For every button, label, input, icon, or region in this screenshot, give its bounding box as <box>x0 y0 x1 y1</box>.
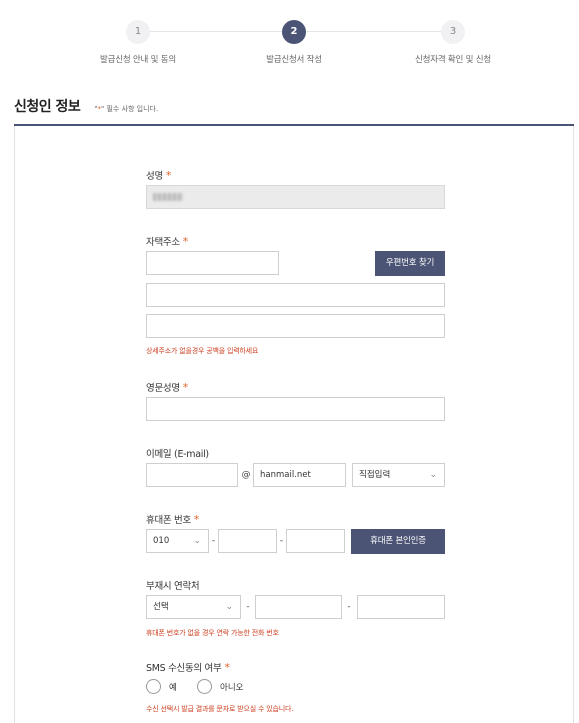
email-domain-input[interactable]: hanmail.net <box>253 463 346 487</box>
email-at-sign: @ <box>241 470 251 480</box>
email-domain-select-value: 직접입력 <box>359 470 391 480</box>
english-name-label: 영문성명 * <box>146 380 188 394</box>
alt-contact-label: 부재시 연락처 <box>146 581 200 592</box>
alt-contact-dash: - <box>246 602 250 612</box>
step-3: 3 신청자격 확인 및 신청 <box>373 20 533 65</box>
mobile-last-input[interactable] <box>286 529 345 553</box>
mobile-verify-button[interactable]: 휴대폰 본인인증 <box>351 529 445 554</box>
step-label: 신청자격 확인 및 신청 <box>414 55 492 65</box>
required-mark: * <box>182 381 189 394</box>
required-mark: * <box>224 661 230 674</box>
name-label: 성명 * <box>146 168 171 182</box>
zipcode-search-button[interactable]: 우편번호 찾기 <box>375 251 445 276</box>
sms-yes-label: 예 <box>169 682 177 693</box>
mobile-dash: - <box>279 536 284 546</box>
name-field <box>146 185 445 209</box>
chevron-down-icon: ⌄ <box>225 602 233 612</box>
radio-circle[interactable] <box>146 679 161 694</box>
sms-help-text: 수신 선택시 발급 결과를 문자로 받으실 수 있습니다. <box>146 705 294 713</box>
progress-stepper: 1 발급신청 안내 및 동의 2 발급신청서 작성 3 신청자격 확인 및 신청 <box>0 20 579 70</box>
required-note-text: " 필수 사항 입니다. <box>101 105 159 113</box>
chevron-down-icon: ⌄ <box>193 536 201 546</box>
alt-contact-dash: - <box>347 602 351 612</box>
applicant-form-panel <box>14 126 574 723</box>
address-label: 자택주소 * <box>146 234 188 248</box>
step-1: 1 발급신청 안내 및 동의 <box>58 20 218 65</box>
redacted-name <box>153 193 183 201</box>
email-label: 이메일 (E-mail) <box>146 449 209 460</box>
step-2: 2 발급신청서 작성 <box>214 20 374 65</box>
step-label: 발급신청 안내 및 동의 <box>99 55 177 65</box>
mobile-dash: - <box>211 536 216 546</box>
zipcode-input[interactable] <box>146 251 279 275</box>
required-mark: * <box>165 169 172 182</box>
step-number: 2 <box>282 20 306 44</box>
name-label-text: 성명 <box>146 171 163 182</box>
sms-consent-yes-radio[interactable]: 예 <box>146 679 177 694</box>
required-mark: * <box>193 513 200 526</box>
english-name-label-text: 영문성명 <box>146 383 180 394</box>
sms-no-label: 아니오 <box>220 682 244 693</box>
mobile-label: 휴대폰 번호 * <box>146 512 199 526</box>
english-name-input[interactable] <box>146 397 445 421</box>
sms-consent-label-text: SMS 수신동의 여부 <box>146 663 222 674</box>
alt-contact-prefix-select[interactable]: 선택 ⌄ <box>146 595 241 619</box>
section-header: 신청인 정보 "*" 필수 사항 입니다. <box>14 96 158 116</box>
mobile-prefix-value: 010 <box>153 536 170 546</box>
section-title: 신청인 정보 <box>14 99 81 115</box>
required-note: "*" 필수 사항 입니다. <box>94 104 158 114</box>
address-line2-input[interactable] <box>146 314 445 338</box>
step-number: 3 <box>441 20 465 44</box>
radio-circle[interactable] <box>197 679 212 694</box>
email-id-input[interactable] <box>146 463 238 487</box>
address-line1-input[interactable] <box>146 283 445 307</box>
mobile-label-text: 휴대폰 번호 <box>146 515 191 526</box>
sms-consent-label: SMS 수신동의 여부 * <box>146 660 230 674</box>
address-label-text: 자택주소 <box>146 237 180 248</box>
alt-contact-select-value: 선택 <box>153 602 169 612</box>
address-help-text: 상세주소가 없을경우 공백을 입력하세요 <box>146 347 259 355</box>
step-number: 1 <box>126 20 150 44</box>
step-label: 발급신청서 작성 <box>266 55 322 65</box>
sms-consent-no-radio[interactable]: 아니오 <box>197 679 243 694</box>
mobile-prefix-select[interactable]: 010 ⌄ <box>146 529 209 553</box>
mobile-middle-input[interactable] <box>218 529 277 553</box>
email-domain-select[interactable]: 직접입력 ⌄ <box>352 463 445 487</box>
alt-contact-help-text: 휴대폰 번호가 없을 경우 연락 가능한 전화 번호 <box>146 629 279 637</box>
alt-contact-last-input[interactable] <box>357 595 445 619</box>
alt-contact-middle-input[interactable] <box>255 595 342 619</box>
required-mark: * <box>182 235 189 248</box>
chevron-down-icon: ⌄ <box>429 470 437 480</box>
